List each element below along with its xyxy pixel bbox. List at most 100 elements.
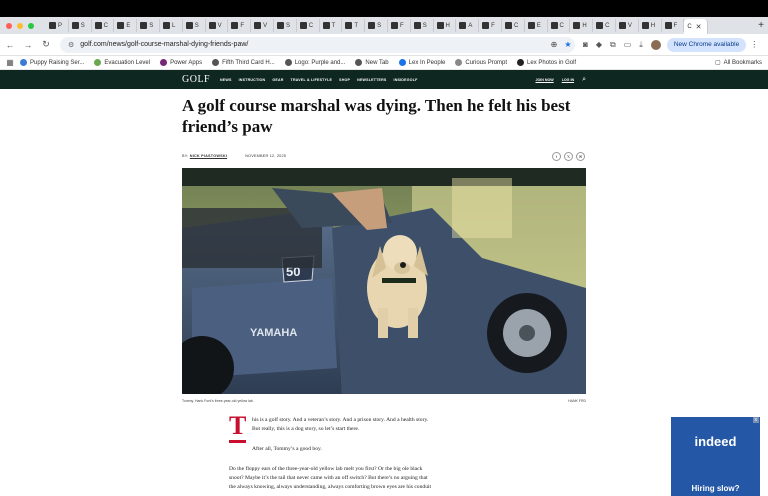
nav-link[interactable]: INSTRUCTION: [239, 78, 266, 82]
camera-extension-icon[interactable]: ◙: [583, 40, 588, 49]
profile-avatar[interactable]: [650, 39, 661, 50]
browser-tab[interactable]: C: [548, 19, 571, 32]
browser-tab[interactable]: F: [479, 19, 502, 32]
all-bookmarks-button[interactable]: ▢ All Bookmarks: [715, 59, 762, 67]
browser-tab[interactable]: P: [46, 19, 69, 32]
email-share-icon[interactable]: ✉: [576, 152, 585, 161]
nav-link[interactable]: NEWS: [220, 78, 232, 82]
bookmark-item[interactable]: New Tab: [355, 59, 389, 66]
indeed-ad[interactable]: x indeed Hiring slow?: [671, 417, 760, 496]
tab-favicon-icon: [71, 22, 79, 29]
bookmark-item[interactable]: Evacuation Level: [94, 59, 150, 66]
x-share-icon[interactable]: 𝕏: [564, 152, 573, 161]
tab-favicon-icon: [573, 22, 581, 29]
extension-icon[interactable]: ◆: [596, 40, 602, 49]
browser-tab[interactable]: H: [639, 19, 662, 32]
browser-tab[interactable]: T: [342, 19, 366, 32]
site-info-icon[interactable]: ⚙: [68, 41, 74, 49]
browser-tab[interactable]: V: [206, 19, 229, 32]
tab-label: V: [627, 22, 632, 29]
bookmark-item[interactable]: Power Apps: [160, 59, 202, 66]
nav-link[interactable]: INSIDEGOLF: [394, 78, 418, 82]
bookmark-favicon-icon: [455, 59, 463, 66]
tab-favicon-icon: [117, 22, 125, 29]
bookmark-item[interactable]: Lex Photos in Golf: [517, 59, 576, 66]
new-tab-button[interactable]: +: [754, 20, 768, 31]
tab-label: S: [80, 22, 85, 29]
bookmark-favicon-icon: [398, 59, 406, 66]
back-icon[interactable]: ←: [2, 40, 18, 50]
tab-label: C: [103, 22, 108, 29]
minimize-window-button[interactable]: [17, 22, 23, 29]
tab-label: S: [377, 22, 382, 29]
apps-grid-icon[interactable]: ▦: [0, 58, 20, 67]
browser-tab[interactable]: E: [114, 19, 138, 32]
bookmark-star-icon[interactable]: ★: [561, 40, 575, 49]
nav-link[interactable]: TRAVEL & LIFESTYLE: [291, 78, 333, 82]
browser-tab[interactable]: S: [274, 19, 297, 32]
log-in-link[interactable]: LOG IN: [562, 78, 574, 82]
browser-tab[interactable]: F: [662, 19, 685, 32]
browser-tab[interactable]: V: [251, 19, 274, 32]
bookmark-item[interactable]: Curious Prompt: [455, 59, 507, 66]
browser-tab[interactable]: A: [456, 19, 480, 32]
close-window-button[interactable]: [6, 22, 12, 29]
cast-icon[interactable]: ▭: [624, 40, 632, 49]
omnibox[interactable]: ⚙ golf.com/news/golf-course-marshal-dyin…: [60, 36, 575, 53]
browser-tab[interactable]: H: [434, 19, 457, 32]
browser-tab[interactable]: S: [411, 19, 434, 32]
browser-tab[interactable]: T: [320, 19, 343, 32]
browser-tab[interactable]: V: [616, 19, 639, 32]
image-caption: Tommy, Hank Ford's three-year-old yellow…: [182, 399, 254, 403]
bookmark-item[interactable]: Fifth Third Card H...: [212, 59, 275, 66]
tab-favicon-icon: [94, 22, 102, 29]
nav-link[interactable]: SHOP: [339, 78, 350, 82]
chrome-menu-icon[interactable]: ⋮: [750, 40, 758, 49]
browser-tab[interactable]: C: [92, 19, 115, 32]
author-link[interactable]: NICK PIASTOWSKI: [190, 154, 227, 158]
bookmark-item[interactable]: Lex In People: [398, 59, 445, 66]
reload-icon[interactable]: ↻: [38, 39, 54, 50]
tab-favicon-icon: [49, 22, 56, 29]
browser-tab[interactable]: S: [69, 19, 92, 32]
browser-tab[interactable]: L: [160, 19, 183, 32]
facebook-share-icon[interactable]: f: [552, 152, 561, 161]
article-headline: A golf course marshal was dying. Then he…: [182, 96, 571, 136]
new-chrome-available-button[interactable]: New Chrome available: [666, 37, 747, 52]
publish-date: NOVEMBER 12, 2025: [245, 154, 287, 158]
join-now-link[interactable]: JOIN NOW: [536, 78, 554, 82]
article-paragraph-2: After all, Tommy’s a good boy.: [252, 446, 322, 452]
search-icon[interactable]: ⌕: [582, 76, 586, 84]
tab-label: V: [263, 22, 268, 29]
tab-label: E: [536, 22, 541, 29]
browser-tab[interactable]: S: [365, 19, 388, 32]
download-icon[interactable]: ⤓: [639, 40, 643, 50]
browser-tab[interactable]: S: [137, 19, 160, 32]
url-text[interactable]: golf.com/news/golf-course-marshal-dying-…: [80, 41, 547, 48]
browser-tab[interactable]: F: [388, 19, 411, 32]
tab-close-icon[interactable]: ✕: [696, 23, 702, 31]
bookmark-favicon-icon: [160, 59, 168, 66]
browser-tab[interactable]: C: [297, 19, 320, 32]
golf-logo[interactable]: GOLF: [182, 74, 217, 85]
puzzle-icon[interactable]: ⧉: [610, 40, 616, 50]
hero-image: 50 YAMAHA: [182, 168, 586, 394]
zoom-icon[interactable]: ⊕: [547, 40, 561, 49]
bookmark-item[interactable]: Puppy Raising Ser...: [20, 59, 84, 66]
browser-tab[interactable]: C: [502, 19, 525, 32]
browser-tab[interactable]: E: [525, 19, 548, 32]
browser-tab[interactable]: H: [570, 19, 594, 32]
nav-link[interactable]: GEAR: [272, 78, 283, 82]
tab-favicon-icon: [618, 22, 626, 29]
bookmark-item[interactable]: Logo: Purple and...: [284, 59, 345, 66]
browser-tab[interactable]: S: [183, 19, 206, 32]
ad-close-icon[interactable]: x: [752, 417, 759, 423]
forward-icon[interactable]: →: [20, 40, 36, 50]
maximize-window-button[interactable]: [28, 22, 34, 29]
browser-tab[interactable]: F: [228, 19, 252, 32]
site-nav: NEWS INSTRUCTION GEAR TRAVEL & LIFESTYLE SHO…: [220, 78, 417, 82]
active-tab[interactable]: C ✕: [684, 19, 709, 34]
browser-tab[interactable]: C: [593, 19, 616, 32]
nav-link[interactable]: NEWSLETTERS: [357, 78, 386, 82]
address-toolbar: ← → ↻ ⚙ golf.com/news/golf-course-marsha…: [0, 34, 768, 56]
